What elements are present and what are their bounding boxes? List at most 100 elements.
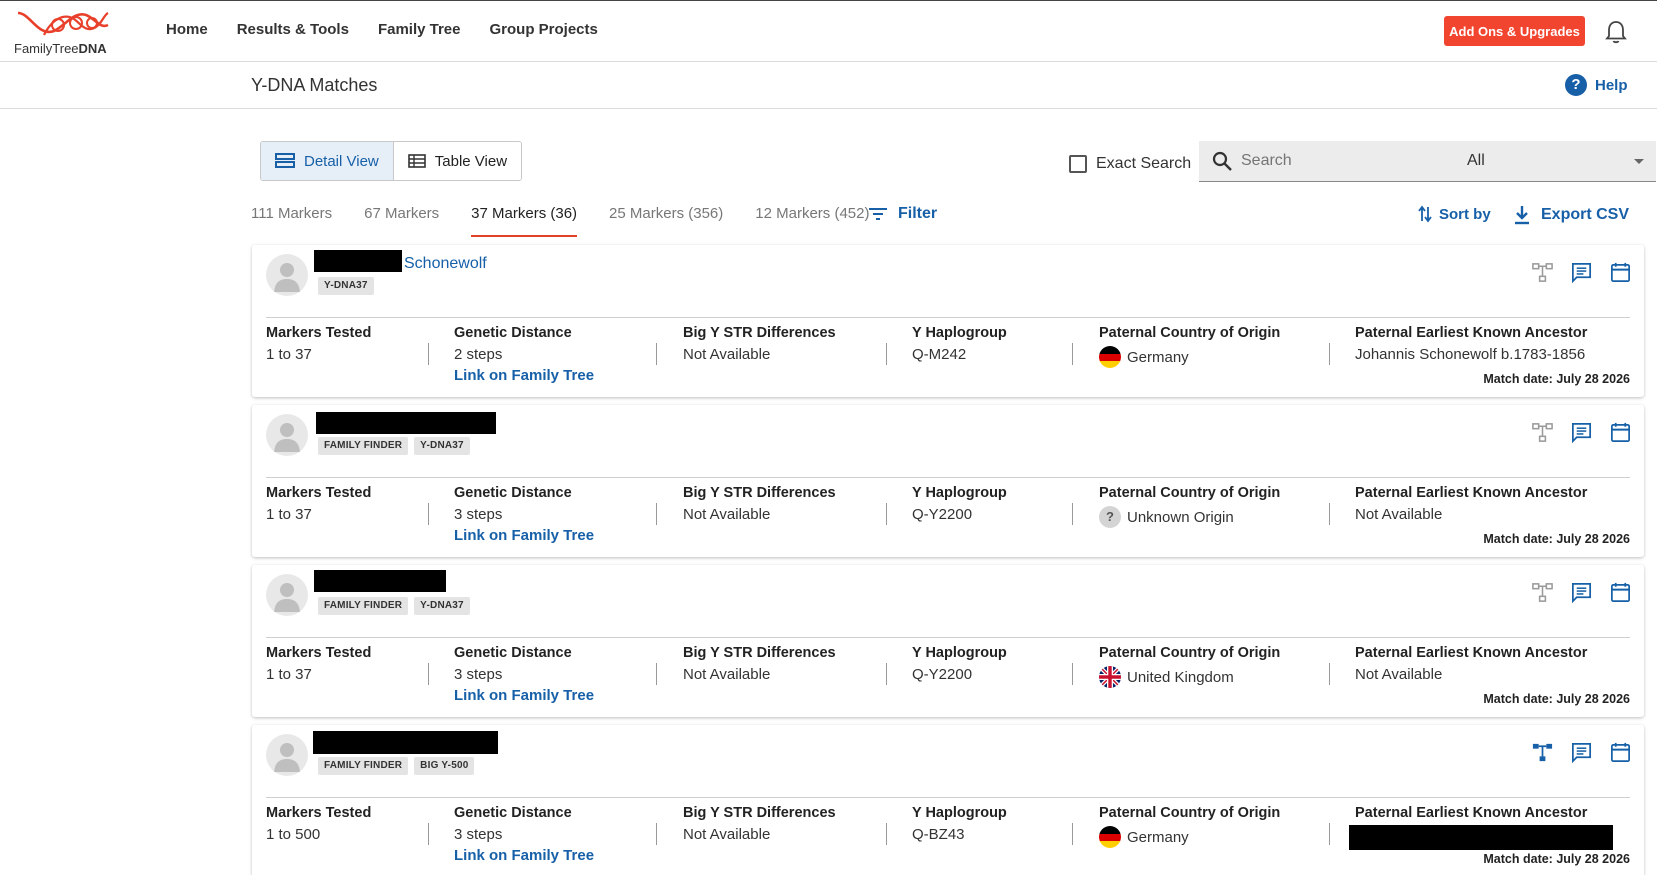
column-separator [1072, 823, 1073, 845]
notifications-bell-icon[interactable] [1604, 19, 1628, 45]
calendar-icon[interactable] [1609, 581, 1632, 604]
haplogroup-column: Y Haplogroup Q-Y2200 [912, 485, 1007, 523]
search-scope-select[interactable]: All [1453, 141, 1656, 182]
notes-icon[interactable] [1570, 261, 1593, 284]
nav-results-tools[interactable]: Results & Tools [237, 21, 349, 38]
sort-icon [1418, 205, 1432, 223]
column-separator [1329, 343, 1330, 365]
bigy-str-label: Big Y STR Differences [683, 485, 836, 501]
ancestor-label: Paternal Earliest Known Ancestor [1355, 325, 1588, 341]
redacted-name [314, 570, 446, 592]
page-subheader: Y-DNA Matches ? Help [0, 62, 1657, 109]
familytreedna-logo[interactable]: FamilyTreeDNA [14, 5, 124, 59]
avatar[interactable] [266, 574, 308, 616]
nav-group-projects[interactable]: Group Projects [489, 21, 597, 38]
markers-tested-label: Markers Tested [266, 325, 372, 341]
haplogroup-column: Y Haplogroup Q-BZ43 [912, 805, 1007, 843]
match-name-link[interactable]: Schonewolf [404, 255, 487, 273]
redacted-name [313, 731, 498, 754]
avatar[interactable] [266, 254, 308, 296]
search-field[interactable] [1199, 141, 1453, 182]
tab-67-markers[interactable]: 67 Markers [364, 205, 439, 237]
notes-icon[interactable] [1570, 581, 1593, 604]
search-input[interactable] [1241, 152, 1441, 170]
tab-12-markers[interactable]: 12 Markers (452) [755, 205, 869, 237]
redacted-name [314, 250, 402, 272]
country-value: ? Unknown Origin [1099, 506, 1280, 528]
genetic-distance-column: Genetic Distance 3 steps Link on Family … [454, 485, 594, 544]
logo-wordmark: FamilyTreeDNA [14, 41, 107, 56]
exact-search-checkbox[interactable]: Exact Search [1069, 155, 1191, 173]
default-avatar-icon [274, 263, 300, 292]
column-separator [1072, 503, 1073, 525]
sort-by-label: Sort by [1439, 205, 1491, 223]
calendar-icon[interactable] [1609, 741, 1632, 764]
notes-icon[interactable] [1570, 741, 1593, 764]
bigy-str-label: Big Y STR Differences [683, 805, 836, 821]
test-badge: FAMILY FINDER [318, 437, 409, 455]
link-on-family-tree[interactable]: Link on Family Tree [454, 367, 594, 384]
match-date: Match date: July 28 2026 [1483, 852, 1630, 866]
help-label: Help [1595, 76, 1628, 94]
detail-view-button[interactable]: Detail View [261, 142, 394, 180]
ancestor-label: Paternal Earliest Known Ancestor [1355, 805, 1588, 821]
page-title: Y-DNA Matches [251, 75, 378, 95]
link-on-family-tree[interactable]: Link on Family Tree [454, 847, 594, 864]
main-nav: Home Results & Tools Family Tree Group P… [166, 21, 598, 38]
search-scope-value: All [1467, 152, 1485, 169]
match-card: FAMILY FINDER BIG Y-500 Markers Tested 1… [252, 725, 1644, 875]
column-separator [1329, 823, 1330, 845]
genetic-distance-value: 2 steps [454, 346, 503, 363]
haplogroup-value: Q-M242 [912, 346, 967, 363]
help-link[interactable]: ? Help [1565, 74, 1628, 96]
link-on-family-tree[interactable]: Link on Family Tree [454, 687, 594, 704]
avatar[interactable] [266, 734, 308, 776]
export-csv-button[interactable]: Export CSV [1513, 205, 1629, 225]
genetic-distance-value: 3 steps [454, 506, 503, 523]
column-separator [886, 663, 887, 685]
tree-structure-icon[interactable] [1531, 741, 1554, 764]
tab-25-markers[interactable]: 25 Markers (356) [609, 205, 723, 237]
column-separator [428, 343, 429, 365]
bigy-str-label: Big Y STR Differences [683, 325, 836, 341]
link-on-family-tree[interactable]: Link on Family Tree [454, 527, 594, 544]
tree-structure-icon[interactable] [1531, 581, 1554, 604]
table-view-button[interactable]: Table View [393, 142, 522, 180]
calendar-icon[interactable] [1609, 421, 1632, 444]
test-badge: Y-DNA37 [414, 597, 470, 615]
filter-icon [869, 208, 887, 220]
bigy-str-column: Big Y STR Differences Not Available [683, 805, 836, 843]
country-name: Unknown Origin [1127, 508, 1234, 526]
add-ons-upgrades-button[interactable]: Add Ons & Upgrades [1444, 16, 1585, 46]
column-separator [656, 823, 657, 845]
search-icon [1212, 151, 1232, 171]
genetic-distance-column: Genetic Distance 3 steps Link on Family … [454, 805, 594, 864]
germany-flag-icon [1099, 826, 1121, 848]
markers-tested-value: 1 to 37 [266, 666, 312, 683]
column-separator [886, 823, 887, 845]
logo-text-bold: DNA [78, 41, 107, 56]
markers-tested-value: 1 to 37 [266, 506, 312, 523]
column-separator [1329, 503, 1330, 525]
checkbox-box[interactable] [1069, 155, 1087, 173]
logo-text-light: FamilyTree [14, 41, 79, 56]
tree-structure-icon[interactable] [1531, 261, 1554, 284]
tree-structure-icon[interactable] [1531, 421, 1554, 444]
ancestor-value: Johannis Schonewolf b.1783-1856 [1355, 346, 1586, 363]
avatar[interactable] [266, 414, 308, 456]
nav-home[interactable]: Home [166, 21, 208, 38]
genetic-distance-label: Genetic Distance [454, 805, 572, 821]
column-separator [656, 503, 657, 525]
match-date: Match date: July 28 2026 [1483, 532, 1630, 546]
filter-button[interactable]: Filter [868, 205, 937, 223]
tab-37-markers[interactable]: 37 Markers (36) [471, 205, 577, 237]
card-actions [1531, 421, 1632, 444]
tab-111-markers[interactable]: 111 Markers [251, 205, 332, 237]
sort-by-button[interactable]: Sort by [1417, 205, 1491, 223]
markers-tested-column: Markers Tested 1 to 37 [266, 325, 371, 363]
notes-icon[interactable] [1570, 421, 1593, 444]
calendar-icon[interactable] [1609, 261, 1632, 284]
country-column: Paternal Country of Origin Germany [1099, 325, 1280, 368]
filter-label: Filter [898, 205, 938, 222]
nav-family-tree[interactable]: Family Tree [378, 21, 461, 38]
